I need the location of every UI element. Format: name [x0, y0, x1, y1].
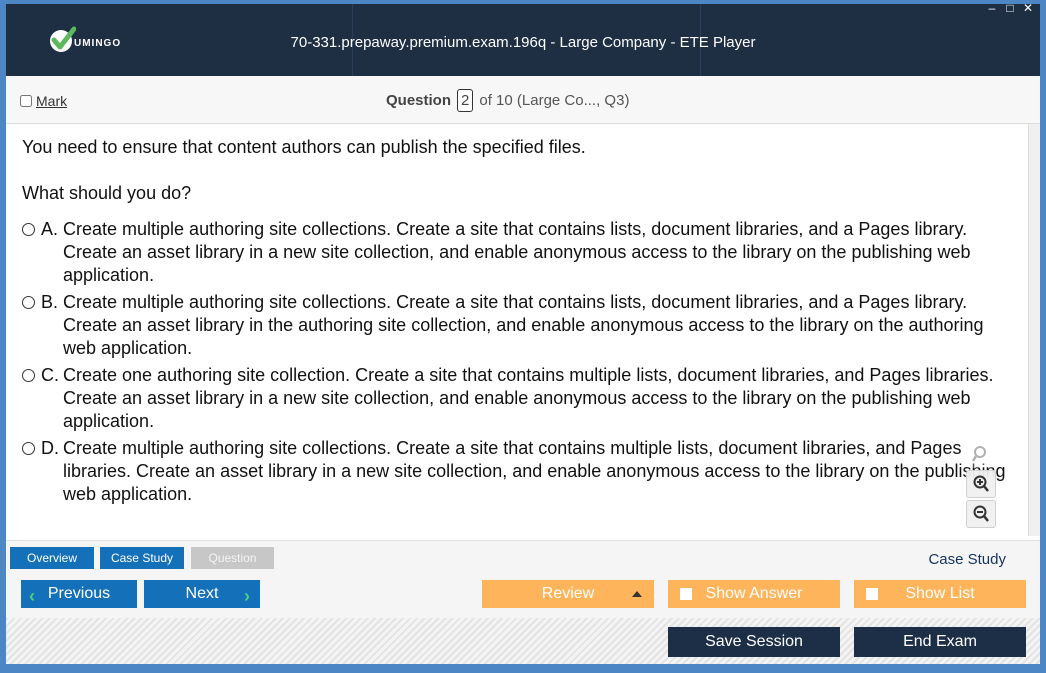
question-label: Question [386, 92, 452, 109]
review-label: Review [541, 585, 595, 602]
radio-icon[interactable] [22, 369, 35, 382]
question-of-text: of 10 (Large Co..., Q3) [479, 92, 630, 109]
window-title: 70-331.prepaway.premium.exam.196q - Larg… [290, 34, 756, 51]
chevron-left-icon: ‹ [29, 586, 35, 606]
tab-case-study[interactable]: Case Study [100, 547, 184, 569]
tab-overview[interactable]: Overview [10, 547, 94, 569]
option-letter: A. [41, 219, 59, 239]
answer-option-b[interactable]: B. Create multiple authoring site collec… [22, 291, 1012, 360]
tab-question[interactable]: Question [191, 547, 274, 569]
question-counter: Question 2 of 10 (Large Co..., Q3) [386, 89, 629, 112]
mark-checkbox-input[interactable] [20, 95, 32, 107]
end-exam-button[interactable]: End Exam [854, 627, 1026, 657]
question-prompt: What should you do? [22, 183, 192, 203]
content-scrollbar[interactable] [1028, 124, 1040, 536]
question-text: You need to ensure that content authors … [22, 137, 586, 157]
show-answer-button[interactable]: Show Answer [668, 580, 840, 608]
show-list-label: Show List [905, 585, 975, 602]
window-frame-bottom [0, 664, 1046, 673]
navigation-bar: ‹ Previous Next › Review Show Answer Sho… [6, 572, 1040, 618]
save-session-button[interactable]: Save Session [668, 627, 840, 657]
case-study-link[interactable]: Case Study [928, 551, 1006, 568]
option-letter: D. [41, 438, 59, 458]
radio-icon[interactable] [22, 296, 35, 309]
answer-option-d[interactable]: D. Create multiple authoring site collec… [22, 437, 1012, 506]
zoom-controls [966, 440, 998, 528]
zoom-out-icon[interactable] [966, 500, 996, 528]
option-text: Create multiple authoring site collectio… [63, 292, 984, 358]
review-button[interactable]: Review [482, 580, 654, 608]
next-label: Next [185, 585, 219, 602]
title-bar: UMINGO 70-331.prepaway.premium.exam.196q… [0, 0, 1046, 76]
search-icon[interactable] [966, 440, 996, 468]
previous-button[interactable]: ‹ Previous [21, 580, 137, 608]
mark-label: Mark [36, 93, 68, 109]
window-controls: – □ ✕ [986, 1, 1034, 15]
radio-icon[interactable] [22, 442, 35, 455]
option-text: Create multiple authoring site collectio… [63, 219, 971, 285]
answer-option-c[interactable]: C. Create one authoring site collection.… [22, 364, 1012, 433]
caret-up-icon[interactable] [632, 591, 642, 597]
show-answer-checkbox[interactable] [680, 588, 692, 600]
zoom-in-icon[interactable] [966, 470, 996, 498]
answer-option-a[interactable]: A. Create multiple authoring site collec… [22, 218, 1012, 287]
minimize-icon[interactable]: – [986, 1, 998, 15]
option-letter: C. [41, 365, 59, 385]
option-letter: B. [41, 292, 59, 312]
show-list-checkbox[interactable] [866, 588, 878, 600]
question-header: Mark Question 2 of 10 (Large Co..., Q3) [6, 76, 1040, 124]
footer-bar: Save Session End Exam [6, 618, 1040, 664]
show-list-button[interactable]: Show List [854, 580, 1026, 608]
chevron-right-icon: › [244, 586, 250, 606]
question-number-input[interactable]: 2 [457, 89, 474, 112]
question-content: You need to ensure that content authors … [6, 124, 1028, 536]
close-icon[interactable]: ✕ [1022, 1, 1034, 15]
option-text: Create one authoring site collection. Cr… [63, 365, 994, 431]
show-answer-label: Show Answer [705, 585, 803, 602]
option-text: Create multiple authoring site collectio… [63, 438, 1006, 504]
window-frame-right [1040, 76, 1046, 664]
mark-checkbox[interactable]: Mark [20, 93, 67, 109]
maximize-icon[interactable]: □ [1004, 1, 1016, 15]
previous-label: Previous [47, 585, 111, 602]
next-button[interactable]: Next › [144, 580, 260, 608]
view-tabs-bar: Overview Case Study Question Case Study [6, 540, 1040, 572]
radio-icon[interactable] [22, 223, 35, 236]
